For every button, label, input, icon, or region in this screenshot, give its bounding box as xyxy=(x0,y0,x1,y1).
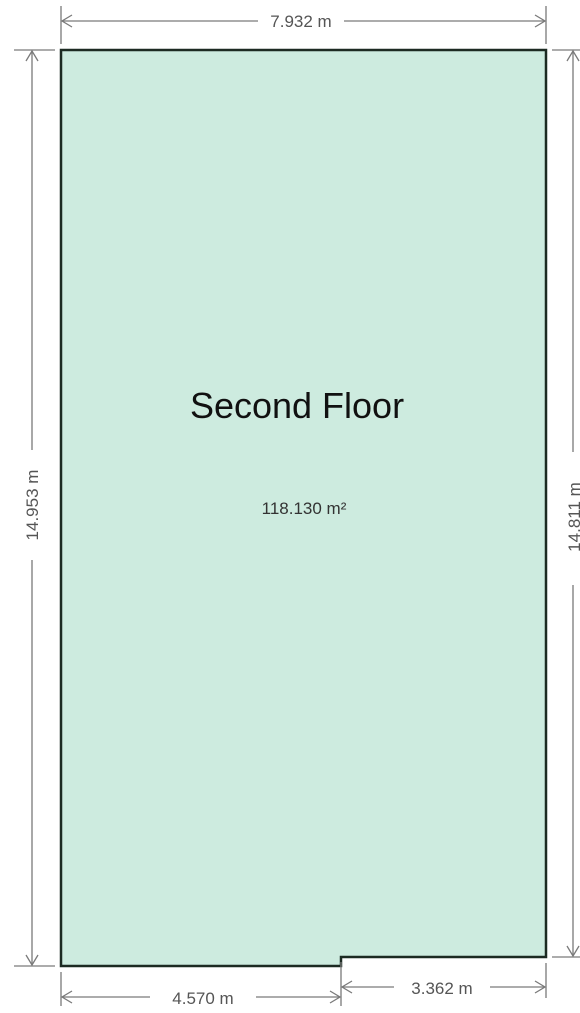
bottom-left-width-label: 4.570 m xyxy=(172,989,233,1008)
room-name-label: Second Floor xyxy=(190,385,404,426)
bottom-right-width-dimension: 3.362 m xyxy=(340,963,547,998)
right-height-label: 14.811 m xyxy=(565,482,580,552)
right-height-dimension: 14.811 m xyxy=(552,49,580,958)
top-width-dimension: 7.932 m xyxy=(60,6,547,44)
room-area-label: 118.130 m² xyxy=(262,499,347,518)
bottom-left-width-dimension: 4.570 m xyxy=(60,962,342,1008)
left-height-label: 14.953 m xyxy=(23,470,42,541)
bottom-right-width-label: 3.362 m xyxy=(411,979,472,998)
floor-plan-canvas: Second Floor 118.130 m² 7.932 m 14.953 m… xyxy=(14,6,580,1008)
left-height-dimension: 14.953 m xyxy=(14,49,55,967)
top-width-label: 7.932 m xyxy=(270,12,331,31)
